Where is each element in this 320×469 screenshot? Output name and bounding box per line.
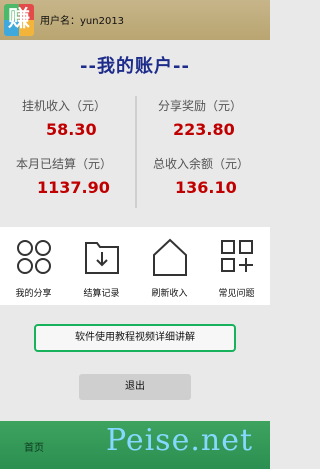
download-folder-icon: [85, 242, 119, 274]
page-title: --我的账户--: [80, 56, 190, 77]
my-share-label: 我的分享: [15, 289, 52, 299]
logout-button[interactable]: 退出: [79, 374, 191, 400]
app-header: 赚 用户名：yun2013: [0, 0, 270, 40]
video-tutorial-button[interactable]: 软件使用教程视频详细讲解: [34, 324, 236, 352]
my-share-button[interactable]: 我的分享: [0, 227, 67, 305]
home-tab[interactable]: 首页: [24, 439, 44, 454]
app-logo-icon: 赚: [4, 4, 34, 36]
hangup-income-value: 58.30: [46, 120, 97, 139]
squares-plus-icon: [221, 240, 253, 272]
username-label: 用户名：yun2013: [40, 16, 125, 27]
total-balance-label: 总收入余额（元）: [153, 157, 250, 171]
monthly-settled-value: 1137.90: [37, 178, 110, 197]
monthly-settled-label: 本月已结算（元）: [16, 157, 113, 171]
watermark: Peise.net: [106, 423, 254, 458]
four-circles-icon: [17, 240, 51, 274]
settlement-records-label: 结算记录: [83, 289, 120, 299]
app-logo-char: 赚: [7, 7, 30, 32]
function-grid: 我的分享 结算记录 刷新收入 常见问题: [0, 227, 270, 305]
house-icon: [153, 238, 187, 276]
refresh-income-label: 刷新收入: [151, 289, 188, 299]
share-reward-label: 分享奖励（元）: [158, 99, 243, 113]
stats-divider: [135, 96, 137, 208]
faq-label: 常见问题: [218, 289, 255, 299]
bottom-nav-bar: 首页 Peise.net: [0, 421, 270, 469]
refresh-income-button[interactable]: 刷新收入: [136, 227, 203, 305]
total-balance-value: 136.10: [175, 178, 237, 197]
share-reward-value: 223.80: [173, 120, 235, 139]
hangup-income-label: 挂机收入（元）: [22, 99, 107, 113]
settlement-records-button[interactable]: 结算记录: [68, 227, 135, 305]
faq-button[interactable]: 常见问题: [203, 227, 270, 305]
